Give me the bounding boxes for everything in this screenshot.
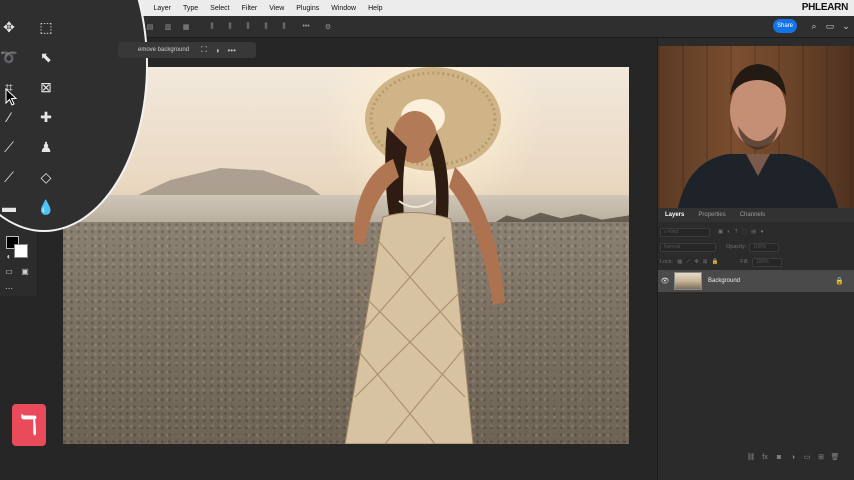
tab-properties[interactable]: Properties (691, 212, 732, 218)
align-top-icon[interactable]: ▦ (180, 22, 192, 32)
share-button[interactable]: Share (773, 19, 797, 33)
document-canvas[interactable] (63, 67, 629, 444)
trash-icon[interactable]: 🗑 (828, 453, 842, 461)
more-options-icon[interactable]: ••• (300, 22, 312, 32)
object-select-icon[interactable]: ⬉ (34, 45, 58, 69)
photo-subject (344, 67, 505, 444)
fill-field[interactable]: 100% (751, 257, 782, 267)
layer-filter-kind[interactable]: ⌕ Kind (660, 227, 710, 237)
new-layer-icon[interactable]: ⊞ (814, 453, 828, 461)
menu-filter[interactable]: Filter (236, 5, 264, 12)
layer-thumbnail (674, 272, 702, 290)
presenter-figure (678, 64, 838, 208)
brand-watermark: PHLEARN (801, 2, 849, 13)
background-color-swatch[interactable] (14, 244, 28, 258)
lock-paint-icon[interactable]: ⟋ (686, 259, 690, 266)
history-brush-icon[interactable]: ⟋ (0, 165, 21, 189)
marquee-icon[interactable]: ⬚ (34, 15, 58, 39)
filter-pixel-icon[interactable]: ▣ (718, 229, 723, 235)
menu-bar: Image Layer Type Select Filter View Plug… (96, 0, 854, 16)
adjustment-layer-icon[interactable]: ◑ (786, 454, 800, 461)
options-bar: ▥ ▤ ▥ ▦ ⫼ ⫼ ⫼ ⫼ ⫼ ••• ⚙ Share ⌕ ▭ ⌄ (96, 16, 854, 38)
new-group-icon[interactable]: ▭ (800, 453, 814, 461)
edit-toolbar-icon[interactable]: ⋯ (2, 282, 16, 294)
link-layers-icon[interactable]: ⛓ (744, 453, 758, 461)
align-center-icon[interactable]: ▤ (144, 22, 156, 32)
lock-label: Lock: (660, 259, 674, 265)
filter-type-icon[interactable]: T (735, 229, 738, 235)
opacity-label: Opacity: (726, 244, 747, 250)
move-icon[interactable]: ✥ (0, 15, 21, 39)
menu-view[interactable]: View (263, 5, 290, 12)
more-options-icon[interactable]: ••• (228, 46, 236, 55)
layer-name[interactable]: Background (708, 278, 740, 284)
distribute-center-icon[interactable]: ⫼ (224, 22, 236, 32)
tab-layers[interactable]: Layers (658, 212, 691, 218)
lock-row: Lock: ▦ ⟋ ✥ ⊠ 🔒 Fill: 100% (660, 256, 782, 268)
lasso-icon[interactable]: ➰ (0, 45, 21, 69)
lock-position-icon[interactable]: ✥ (694, 259, 699, 265)
menu-window[interactable]: Window (325, 5, 362, 12)
chevron-down-icon[interactable]: ⌄ (840, 20, 852, 32)
layer-style-icon[interactable]: fx (758, 454, 772, 461)
distribute-top-icon[interactable]: ⫼ (260, 22, 272, 32)
search-icon[interactable]: ⌕ (808, 20, 820, 32)
layer-filter-row: ⌕ Kind ▣ ◐ T ⬚ ▤ ● (660, 226, 854, 238)
gear-icon[interactable]: ⚙ (322, 22, 334, 32)
blur-icon[interactable]: 💧 (34, 195, 58, 219)
lock-all-icon[interactable]: 🔒 (711, 259, 718, 265)
menu-help[interactable]: Help (362, 5, 388, 12)
workspace-icon[interactable]: ▭ (824, 20, 836, 32)
menu-type[interactable]: Type (177, 5, 204, 12)
blend-mode-value: Normal (664, 244, 681, 250)
lock-artboard-icon[interactable]: ⊠ (703, 259, 708, 265)
contextual-task-bar: emove background ⛶ ◑ ••• (118, 42, 256, 58)
healing-brush-icon[interactable]: ✚ (34, 105, 58, 129)
distribute-middle-icon[interactable]: ⫼ (278, 22, 290, 32)
lock-pixels-icon[interactable]: ▦ (677, 259, 682, 265)
eyedropper-icon[interactable]: ⁄ (0, 105, 21, 129)
distribute-left-icon[interactable]: ⫼ (206, 22, 218, 32)
menu-plugins[interactable]: Plugins (290, 5, 325, 12)
layer-mask-icon[interactable]: ◙ (772, 454, 786, 461)
presenter-webcam (658, 46, 854, 208)
filter-toggle-icon[interactable]: ● (760, 229, 763, 235)
distribute-right-icon[interactable]: ⫼ (242, 22, 254, 32)
kind-label: Kind (668, 229, 679, 235)
align-right-icon[interactable]: ▥ (162, 22, 174, 32)
opacity-field[interactable]: 100% (749, 242, 780, 252)
layer-row[interactable]: 👁 Background 🔒 (658, 270, 854, 292)
brand-logo-icon: ℸ (12, 404, 46, 446)
menu-layer[interactable]: Layer (147, 5, 177, 12)
layers-panel-footer: ⛓ fx ◙ ◑ ▭ ⊞ 🗑 (658, 450, 854, 464)
filter-adjust-icon[interactable]: ◐ (727, 229, 730, 235)
frame-tool-icon[interactable]: ⊠ (34, 75, 58, 99)
filter-smart-icon[interactable]: ▤ (751, 229, 756, 235)
adjustment-icon[interactable]: ◑ (215, 46, 220, 55)
gradient-icon[interactable]: ▬ (0, 195, 21, 219)
mouse-cursor-icon (5, 88, 17, 106)
remove-background-button[interactable]: emove background (118, 47, 189, 53)
layers-panel-tabs: Layers Properties Channels (658, 208, 854, 222)
eye-icon[interactable]: 👁 (658, 277, 672, 285)
brush-icon[interactable]: ⟋ (0, 135, 21, 159)
fill-label: Fill: (740, 259, 749, 265)
stamp-icon[interactable]: ♟ (34, 135, 58, 159)
blend-mode-row: Normal Opacity: 100% (660, 241, 780, 253)
photoshop-window: Image Layer Type Select Filter View Plug… (0, 0, 854, 480)
lock-icon[interactable]: 🔒 (835, 277, 844, 285)
select-subject-icon[interactable]: ⛶ (201, 45, 207, 55)
filter-shape-icon[interactable]: ⬚ (742, 229, 747, 235)
opacity-value: 100% (753, 244, 766, 250)
fill-value: 100% (755, 259, 769, 265)
menu-select[interactable]: Select (204, 5, 235, 12)
tab-channels[interactable]: Channels (733, 212, 772, 218)
blend-mode-select[interactable]: Normal (660, 242, 716, 252)
screen-mode-icon[interactable]: ▭ (2, 265, 16, 277)
eraser-icon[interactable]: ◇ (34, 165, 58, 189)
frame-icon[interactable]: ▣ (18, 265, 32, 277)
